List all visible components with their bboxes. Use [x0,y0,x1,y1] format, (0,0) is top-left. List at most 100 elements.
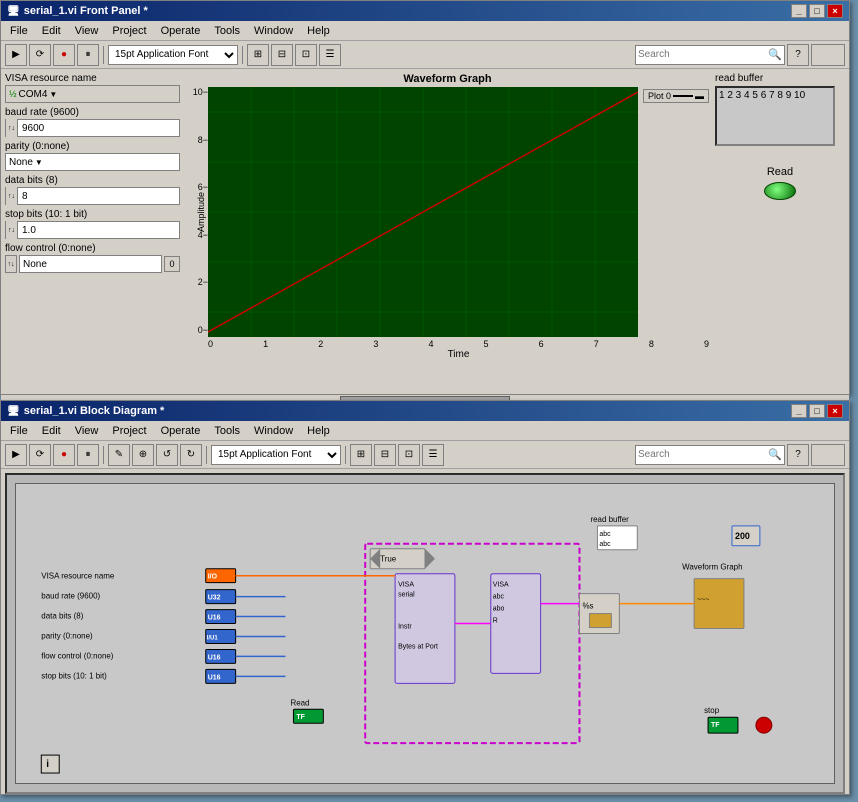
read-led-button[interactable] [764,182,796,200]
bd-menu-project[interactable]: Project [107,424,151,438]
read-label: Read [767,166,793,178]
bd-menu-tools[interactable]: Tools [209,424,245,438]
baud-rate-spinner[interactable]: ↑↓ 9600 [5,119,180,137]
read-buffer-bd-label: read buffer [590,515,629,524]
svg-text:abo: abo [493,606,505,613]
run-button[interactable]: ▶ [5,44,27,66]
svg-text:%s: %s [582,602,593,611]
svg-text:TF: TF [711,722,720,729]
bd-reorder-button[interactable]: ☰ [422,444,444,466]
svg-text:Instr: Instr [398,624,412,631]
help-button[interactable]: ? [787,44,809,66]
y-label-0: 0− [198,325,208,335]
parity-label: parity (0:none) [5,141,180,152]
bd-tool1[interactable]: ✎ [108,444,130,466]
bd-help-button[interactable]: ? [787,444,809,466]
stop-bits-decrement[interactable]: ↑↓ [6,221,18,239]
parity-dropdown[interactable]: None ▼ [5,153,180,171]
bd-close-button[interactable]: × [827,404,843,418]
plot-legend: Plot 0 ▬ [643,89,709,103]
block-diagram-window: 🖥 serial_1.vi Block Diagram * _ □ × File… [0,400,850,795]
bd-scrollbar-h[interactable] [7,792,843,794]
bd-pause-button[interactable]: ⏸ [77,444,99,466]
run-continuous-button[interactable]: ⟳ [29,44,51,66]
bd-stop-button[interactable]: ● [53,444,75,466]
bd-run-button[interactable]: ▶ [5,444,27,466]
bd-tools-palette[interactable] [811,444,845,466]
bd-tool3[interactable]: ↺ [156,444,178,466]
read-buffer-label: read buffer [715,73,845,84]
maximize-button[interactable]: □ [809,4,825,18]
baud-rate-value: 9600 [18,123,58,134]
front-panel-title-bar: 🖥 serial_1.vi Front Panel * _ □ × [1,1,849,21]
minimize-button[interactable]: _ [791,4,807,18]
menu-edit[interactable]: Edit [37,24,66,38]
tools-palette[interactable] [811,44,845,66]
flow-control-spin[interactable]: ↑↓ [5,255,17,273]
pause-button[interactable]: ⏸ [77,44,99,66]
data-bits-value: 8 [18,191,58,202]
bd-search-input[interactable] [638,449,768,460]
menu-file[interactable]: File [5,24,33,38]
baud-rate-group: baud rate (9600) ↑↓ 9600 [5,107,180,137]
bd-distribute-button[interactable]: ⊟ [374,444,396,466]
bd-menu-edit[interactable]: Edit [37,424,66,438]
bd-menu-file[interactable]: File [5,424,33,438]
bd-maximize-button[interactable]: □ [809,404,825,418]
bd-align-button[interactable]: ⊞ [350,444,372,466]
resize-button[interactable]: ⊡ [295,44,317,66]
bd-resize-button[interactable]: ⊡ [398,444,420,466]
plot-label: Plot 0 [648,91,671,101]
bd-minimize-button[interactable]: _ [791,404,807,418]
bd-tool2[interactable]: ⊕ [132,444,154,466]
fp-controls-panel: VISA resource name ½ COM4 ▼ baud rate (9… [5,73,180,390]
parity-group: parity (0:none) None ▼ [5,141,180,171]
flow-control-label: flow control (0:none) [5,243,180,254]
x-axis-title: Time [186,349,709,360]
bd-tool4[interactable]: ↻ [180,444,202,466]
menu-view[interactable]: View [70,24,104,38]
visa-resource-dropdown[interactable]: ½ COM4 ▼ [5,85,180,103]
front-panel-content: VISA resource name ½ COM4 ▼ baud rate (9… [1,69,849,394]
font-selector[interactable]: 15pt Application Font [108,45,238,65]
svg-text:VISA: VISA [398,582,414,589]
close-button[interactable]: × [827,4,843,18]
read-buffer-value: 1 2 3 4 5 6 7 8 9 10 [719,90,805,101]
x-label-8: 8 [649,339,654,349]
reorder-button[interactable]: ☰ [319,44,341,66]
front-panel-title: serial_1.vi Front Panel * [24,5,148,17]
parity-bd-label: parity (0:none) [41,631,93,640]
menu-operate[interactable]: Operate [156,24,206,38]
search-icon: 🔍 [768,48,782,61]
x-label-1: 1 [263,339,268,349]
y-label-6: 6− [198,182,208,192]
svg-text:True: True [380,555,397,564]
front-panel-search-input[interactable] [638,49,768,60]
format-sub-node [589,614,611,628]
menu-window[interactable]: Window [249,24,298,38]
bd-font-selector[interactable]: 15pt Application Font [211,445,341,465]
bd-menu-operate[interactable]: Operate [156,424,206,438]
y-label-8: 8− [198,135,208,145]
bd-menu-view[interactable]: View [70,424,104,438]
bd-menu-window[interactable]: Window [249,424,298,438]
menu-project[interactable]: Project [107,24,151,38]
svg-text:abc: abc [599,541,611,548]
bd-run-continuous-button[interactable]: ⟳ [29,444,51,466]
flow-control-dropdown[interactable]: None [19,255,162,273]
bd-menu-help[interactable]: Help [302,424,335,438]
block-diagram-toolbar: ▶ ⟳ ● ⏸ ✎ ⊕ ↺ ↻ 15pt Application Font ⊞ … [1,441,849,469]
menu-tools[interactable]: Tools [209,24,245,38]
align-button[interactable]: ⊞ [247,44,269,66]
data-bits-spinner[interactable]: ↑↓ 8 [5,187,180,205]
data-bits-decrement[interactable]: ↑↓ [6,187,18,205]
menu-help[interactable]: Help [302,24,335,38]
stop-bits-spinner[interactable]: ↑↓ 1.0 [5,221,180,239]
x-label-7: 7 [594,339,599,349]
baud-rate-decrement[interactable]: ↑↓ [6,119,18,137]
block-diagram-title-bar: 🖥 serial_1.vi Block Diagram * _ □ × [1,401,849,421]
graph-canvas-wrapper: Amplitude [208,87,709,337]
distribute-button[interactable]: ⊟ [271,44,293,66]
visa-resource-label: VISA resource name [5,73,180,84]
stop-button[interactable]: ● [53,44,75,66]
